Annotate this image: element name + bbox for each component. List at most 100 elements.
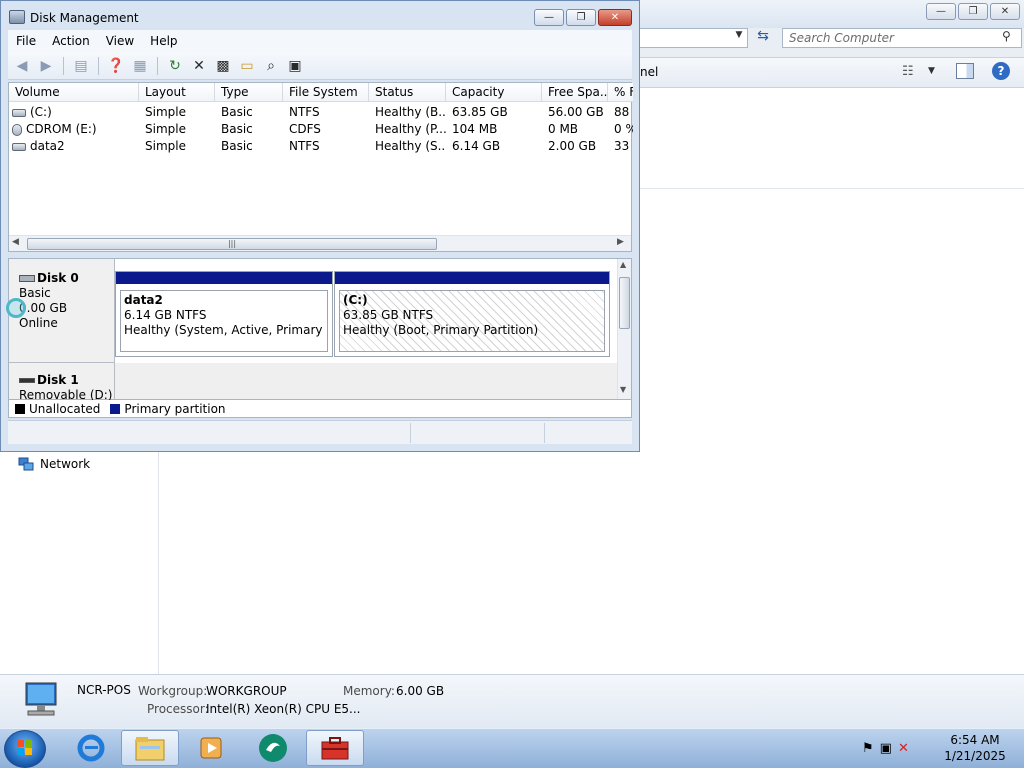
volume-row[interactable]: CDROM (E:) Simple Basic CDFS Healthy (P.… — [9, 121, 633, 138]
cell-free-space: 56.00 GB — [548, 105, 604, 119]
volume-muted-icon[interactable]: ✕ — [898, 741, 909, 756]
horizontal-scroll-thumb[interactable]: ||| — [27, 238, 437, 250]
legend: Unallocated Primary partition — [8, 400, 632, 418]
explorer-close-button[interactable]: ✕ — [990, 3, 1020, 20]
primary-partition-bar — [116, 272, 332, 284]
explorer-minimize-button[interactable]: — — [926, 3, 956, 20]
minimize-button[interactable]: — — [534, 9, 564, 26]
network-icon — [18, 457, 34, 471]
internet-explorer-icon — [77, 734, 105, 762]
console-view-icon[interactable]: ▦ — [130, 56, 150, 76]
taskbar-media-player[interactable] — [182, 730, 240, 766]
delete-icon[interactable]: ✕ — [189, 56, 209, 76]
menu-file[interactable]: File — [8, 34, 44, 48]
help-topics-icon[interactable]: ❓ — [106, 56, 126, 76]
scroll-down-icon[interactable]: ▼ — [620, 385, 626, 394]
taskbar-windows-explorer[interactable] — [121, 730, 179, 766]
show-hide-tree-icon[interactable]: ▤ — [71, 56, 91, 76]
start-button[interactable] — [4, 730, 46, 768]
menu-action[interactable]: Action — [44, 34, 98, 48]
disk-properties-icon[interactable]: ▣ — [285, 56, 305, 76]
column-type[interactable]: Type — [215, 83, 283, 102]
scroll-right-icon[interactable]: ▶ — [617, 237, 624, 247]
cdrom-icon — [12, 123, 22, 136]
open-folder-icon[interactable]: ▭ — [237, 56, 257, 76]
notification-area: ⚑ ▣ ✕ — [862, 730, 909, 766]
menu-bar: File Action View Help — [8, 30, 632, 52]
column-status[interactable]: Status — [369, 83, 446, 102]
cell-percent-free: 88 — [614, 105, 630, 119]
cell-status: Healthy (B... — [375, 105, 446, 119]
maximize-button[interactable]: ❐ — [566, 9, 596, 26]
vertical-scroll-thumb[interactable] — [619, 277, 630, 329]
media-player-icon — [200, 737, 222, 759]
workgroup-value: WORKGROUP — [206, 684, 287, 698]
column-capacity[interactable]: Capacity — [446, 83, 542, 102]
refresh-tool-icon[interactable]: ↻ — [165, 56, 185, 76]
disk1-name: Disk 1 — [37, 373, 79, 387]
cell-type: Basic — [221, 105, 253, 119]
cell-file-system: NTFS — [289, 139, 320, 153]
search-icon[interactable]: ⚲ — [1002, 29, 1011, 43]
computer-name: NCR-POS — [77, 683, 131, 697]
primary-partition-bar — [335, 272, 609, 284]
partition-size: 6.14 GB NTFS — [124, 308, 207, 322]
disk1-label[interactable]: Disk 1 Removable (D:) — [9, 363, 115, 402]
clock-time: 6:54 AM — [950, 733, 1000, 747]
close-button[interactable]: ✕ — [598, 9, 632, 26]
cell-volume: CDROM (E:) — [26, 122, 97, 136]
column-layout[interactable]: Layout — [139, 83, 215, 102]
cell-status: Healthy (P... — [375, 122, 446, 136]
menu-view[interactable]: View — [98, 34, 142, 48]
partition-size: 63.85 GB NTFS — [343, 308, 434, 322]
horizontal-scrollbar[interactable]: ◀ ||| ▶ — [9, 235, 631, 251]
partition-c[interactable]: (C:) 63.85 GB NTFS Healthy (Boot, Primar… — [334, 271, 610, 357]
column-free-space[interactable]: Free Spa... — [542, 83, 608, 102]
cell-percent-free: 0 % — [614, 122, 633, 136]
taskbar-clock[interactable]: 6:54 AM 1/21/2025 — [940, 732, 1010, 764]
views-icon[interactable]: ☷ — [902, 64, 914, 79]
column-percent-free[interactable]: % F — [608, 83, 633, 102]
network-tray-icon[interactable]: ▣ — [880, 741, 892, 756]
vertical-scrollbar[interactable]: ▲ ▼ — [617, 259, 631, 399]
refresh-icon[interactable]: ⇆ — [752, 28, 774, 48]
primary-partition-swatch — [110, 403, 121, 414]
partition-name: (C:) — [343, 293, 368, 307]
forward-icon[interactable]: ▶ — [36, 56, 56, 76]
nav-item-network[interactable]: Network — [18, 456, 90, 472]
disk1-area[interactable] — [115, 363, 617, 399]
back-icon[interactable]: ◀ — [12, 56, 32, 76]
views-dropdown-icon[interactable]: ▼ — [928, 66, 935, 76]
toolbar-separator — [98, 56, 99, 75]
preview-pane-icon[interactable] — [956, 63, 974, 79]
column-file-system[interactable]: File System — [283, 83, 369, 102]
processor-label: Processor: — [147, 702, 209, 716]
explorer-titlebar: — ❐ ✕ — [640, 0, 1024, 28]
properties-icon[interactable]: ▩ — [213, 56, 233, 76]
search-tool-icon[interactable]: ⌕ — [261, 56, 281, 76]
processor-value: Intel(R) Xeon(R) CPU E5... — [206, 702, 361, 716]
nav-item-label: Network — [40, 457, 91, 471]
column-volume[interactable]: Volume — [9, 83, 139, 102]
toolbar-separator — [157, 56, 158, 75]
address-dropdown-icon[interactable]: ▼ — [732, 30, 746, 40]
control-panel-command[interactable]: nel — [640, 65, 658, 79]
explorer-maximize-button[interactable]: ❐ — [958, 3, 988, 20]
memory-label: Memory: — [343, 684, 395, 698]
toolbox-icon — [321, 737, 349, 760]
taskbar-internet-explorer[interactable] — [62, 730, 120, 766]
taskbar-app-green[interactable] — [244, 730, 302, 766]
partition-data2[interactable]: data2 6.14 GB NTFS Healthy (System, Acti… — [115, 271, 333, 357]
search-input[interactable]: Search Computer — [782, 28, 1022, 48]
scroll-left-icon[interactable]: ◀ — [12, 237, 19, 247]
disk-graphical-view: Disk 0 Basic 0.00 GB Online data2 6.14 G… — [8, 258, 632, 402]
workgroup-label: Workgroup: — [138, 684, 208, 698]
menu-help[interactable]: Help — [142, 34, 185, 48]
action-center-flag-icon[interactable]: ⚑ — [862, 741, 874, 756]
taskbar-computer-management[interactable] — [306, 730, 364, 766]
disk0-size: 0.00 GB — [19, 301, 68, 315]
scroll-up-icon[interactable]: ▲ — [620, 260, 626, 269]
volume-row[interactable]: data2 Simple Basic NTFS Healthy (S... 6.… — [9, 138, 633, 155]
help-icon[interactable]: ? — [992, 62, 1010, 80]
volume-row[interactable]: (C:) Simple Basic NTFS Healthy (B... 63.… — [9, 104, 633, 121]
